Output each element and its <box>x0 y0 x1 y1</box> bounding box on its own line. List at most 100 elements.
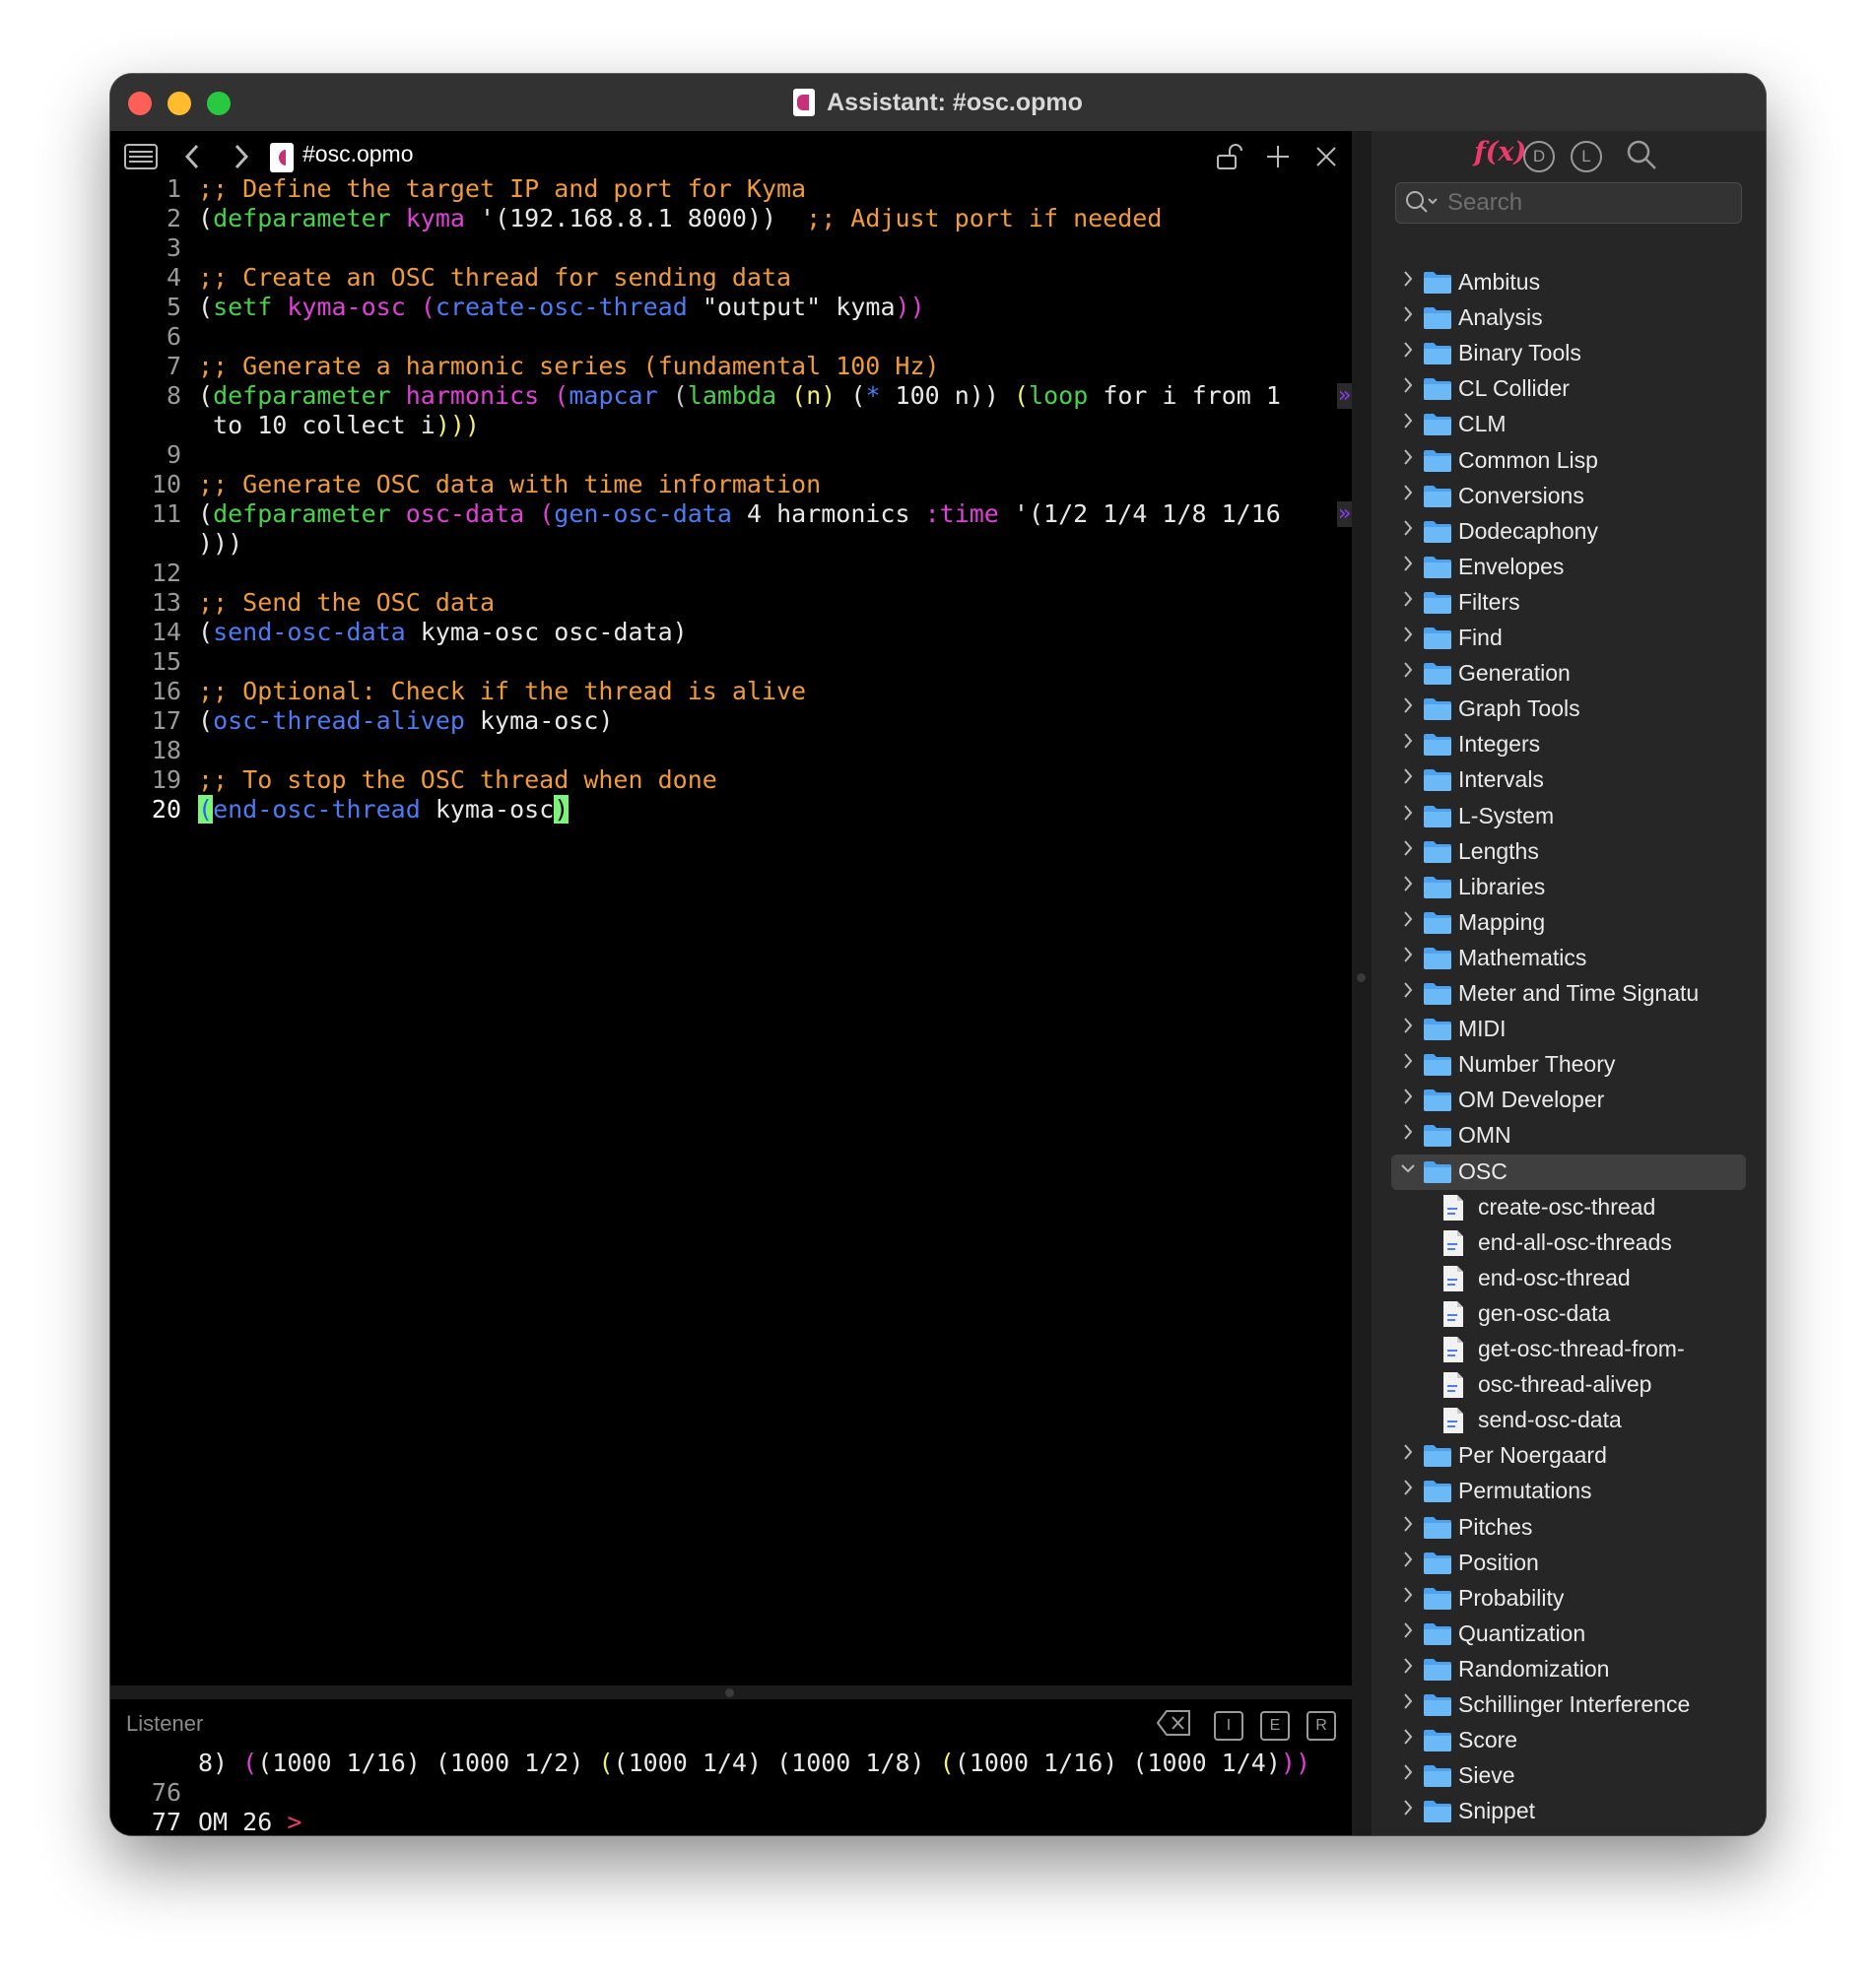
unlock-icon[interactable] <box>1216 143 1243 170</box>
chevron-right-icon[interactable] <box>1401 269 1415 289</box>
close-icon[interactable] <box>1314 145 1338 168</box>
tree-folder[interactable]: Randomization <box>1372 1652 1766 1687</box>
sidebar-toggle-icon[interactable] <box>124 144 158 169</box>
search-icon[interactable] <box>1626 139 1657 170</box>
code-editor[interactable]: #osc.opmo 1 ;; Define the target IP and … <box>110 131 1352 1835</box>
chevron-down-icon[interactable] <box>1401 1158 1415 1178</box>
tree-folder[interactable]: Binary Tools <box>1372 336 1766 371</box>
tree-folder[interactable]: Schillinger Interference <box>1372 1687 1766 1723</box>
tree-function-item[interactable]: end-osc-thread <box>1372 1261 1766 1296</box>
chevron-right-icon[interactable] <box>1401 1016 1415 1035</box>
code-line-current[interactable]: (end-osc-thread kyma-osc) <box>198 795 570 824</box>
tree-function-item[interactable]: osc-thread-alivep <box>1372 1367 1766 1403</box>
chevron-right-icon[interactable] <box>1401 909 1415 929</box>
tree-folder[interactable]: Mapping <box>1372 905 1766 941</box>
chevron-right-icon[interactable] <box>1401 518 1415 538</box>
listener-panel[interactable]: Listener I E R 8) ((1000 1/16) (1000 1/2… <box>110 1699 1352 1835</box>
chevron-right-icon[interactable] <box>1401 483 1415 502</box>
listener-prompt[interactable]: OM 26 > <box>198 1808 302 1835</box>
chevron-right-icon[interactable] <box>1401 447 1415 467</box>
chevron-right-icon[interactable] <box>1401 1656 1415 1676</box>
tree-folder[interactable]: Sieve <box>1372 1758 1766 1794</box>
tree-folder[interactable]: Score <box>1372 1723 1766 1758</box>
add-icon[interactable] <box>1265 144 1291 169</box>
tree-function-item[interactable]: create-osc-thread <box>1372 1190 1766 1225</box>
tree-function-item[interactable]: get-osc-thread-from- <box>1372 1332 1766 1367</box>
chevron-right-icon[interactable] <box>1401 766 1415 786</box>
tree-folder[interactable]: Quantization <box>1372 1617 1766 1652</box>
chevron-right-icon[interactable] <box>1401 695 1415 715</box>
tree-function-item[interactable]: send-osc-data <box>1372 1403 1766 1438</box>
back-arrow-icon[interactable] <box>183 143 201 170</box>
tree-folder[interactable]: Position <box>1372 1546 1766 1581</box>
file-tab-name[interactable]: #osc.opmo <box>302 141 414 167</box>
tree-folder[interactable]: Ambitus <box>1372 265 1766 300</box>
search-filter-icon[interactable] <box>1404 189 1440 215</box>
chevron-right-icon[interactable] <box>1401 838 1415 858</box>
chevron-right-icon[interactable] <box>1401 803 1415 823</box>
tree-folder[interactable]: Graph Tools <box>1372 692 1766 727</box>
chevron-right-icon[interactable] <box>1401 1514 1415 1534</box>
listener-r-button[interactable]: R <box>1306 1711 1336 1741</box>
tree-function-item[interactable]: end-all-osc-threads <box>1372 1225 1766 1261</box>
tree-folder[interactable]: OM Developer <box>1372 1083 1766 1118</box>
chevron-right-icon[interactable] <box>1401 980 1415 1000</box>
tree-folder[interactable]: Generation <box>1372 656 1766 692</box>
chevron-right-icon[interactable] <box>1401 1762 1415 1782</box>
tree-folder[interactable]: Lengths <box>1372 834 1766 870</box>
libraries-tab-icon[interactable]: L <box>1571 141 1602 172</box>
listener-e-button[interactable]: E <box>1260 1711 1290 1741</box>
chevron-right-icon[interactable] <box>1401 304 1415 324</box>
tree-folder[interactable]: Pitches <box>1372 1510 1766 1546</box>
chevron-right-icon[interactable] <box>1401 731 1415 751</box>
tree-folder[interactable]: Envelopes <box>1372 550 1766 585</box>
tree-folder[interactable]: Find <box>1372 621 1766 656</box>
tree-folder[interactable]: Number Theory <box>1372 1047 1766 1083</box>
tree-folder[interactable]: Filters <box>1372 585 1766 621</box>
tree-folder[interactable]: Meter and Time Signatu <box>1372 976 1766 1012</box>
chevron-right-icon[interactable] <box>1401 1833 1415 1835</box>
chevron-right-icon[interactable] <box>1401 411 1415 430</box>
listener-i-button[interactable]: I <box>1214 1711 1243 1741</box>
chevron-right-icon[interactable] <box>1401 1051 1415 1071</box>
tree-folder[interactable]: Permutations <box>1372 1474 1766 1509</box>
tree-folder[interactable]: Conversions <box>1372 479 1766 514</box>
chevron-right-icon[interactable] <box>1401 589 1415 609</box>
tree-folder[interactable]: OMN <box>1372 1118 1766 1154</box>
tree-folder[interactable]: Libraries <box>1372 870 1766 905</box>
tree-folder[interactable]: Probability <box>1372 1581 1766 1617</box>
chevron-right-icon[interactable] <box>1401 1691 1415 1711</box>
tree-folder[interactable]: Intervals <box>1372 762 1766 798</box>
tree-folder[interactable]: Sort <box>1372 1829 1766 1835</box>
tree-folder[interactable]: Integers <box>1372 727 1766 762</box>
chevron-right-icon[interactable] <box>1401 874 1415 893</box>
clear-listener-icon[interactable] <box>1157 1709 1192 1737</box>
tree-folder[interactable]: OSC <box>1372 1155 1766 1190</box>
tree-function-item[interactable]: gen-osc-data <box>1372 1296 1766 1332</box>
chevron-right-icon[interactable] <box>1401 625 1415 644</box>
chevron-right-icon[interactable] <box>1401 554 1415 573</box>
tree-folder[interactable]: L-System <box>1372 799 1766 834</box>
chevron-right-icon[interactable] <box>1401 1442 1415 1462</box>
chevron-right-icon[interactable] <box>1401 1585 1415 1605</box>
editor-listener-splitter[interactable] <box>110 1685 1352 1699</box>
chevron-right-icon[interactable] <box>1401 1087 1415 1106</box>
chevron-right-icon[interactable] <box>1401 1478 1415 1497</box>
tree-folder[interactable]: Common Lisp <box>1372 443 1766 479</box>
tree-folder[interactable]: Mathematics <box>1372 941 1766 976</box>
tree-folder[interactable]: CLM <box>1372 407 1766 442</box>
chevron-right-icon[interactable] <box>1401 945 1415 964</box>
chevron-right-icon[interactable] <box>1401 660 1415 680</box>
chevron-right-icon[interactable] <box>1401 1122 1415 1142</box>
chevron-right-icon[interactable] <box>1401 1727 1415 1747</box>
tree-folder[interactable]: CL Collider <box>1372 371 1766 407</box>
tree-folder[interactable]: Per Noergaard <box>1372 1438 1766 1474</box>
sidebar-splitter[interactable] <box>1352 131 1372 1835</box>
functions-tab-icon[interactable]: f(x) <box>1474 137 1526 167</box>
tree-folder[interactable]: Analysis <box>1372 300 1766 336</box>
search-field[interactable]: Search <box>1395 182 1742 224</box>
tree-folder[interactable]: Dodecaphony <box>1372 514 1766 550</box>
chevron-right-icon[interactable] <box>1401 340 1415 360</box>
forward-arrow-icon[interactable] <box>233 143 250 170</box>
documents-tab-icon[interactable]: D <box>1523 141 1555 172</box>
